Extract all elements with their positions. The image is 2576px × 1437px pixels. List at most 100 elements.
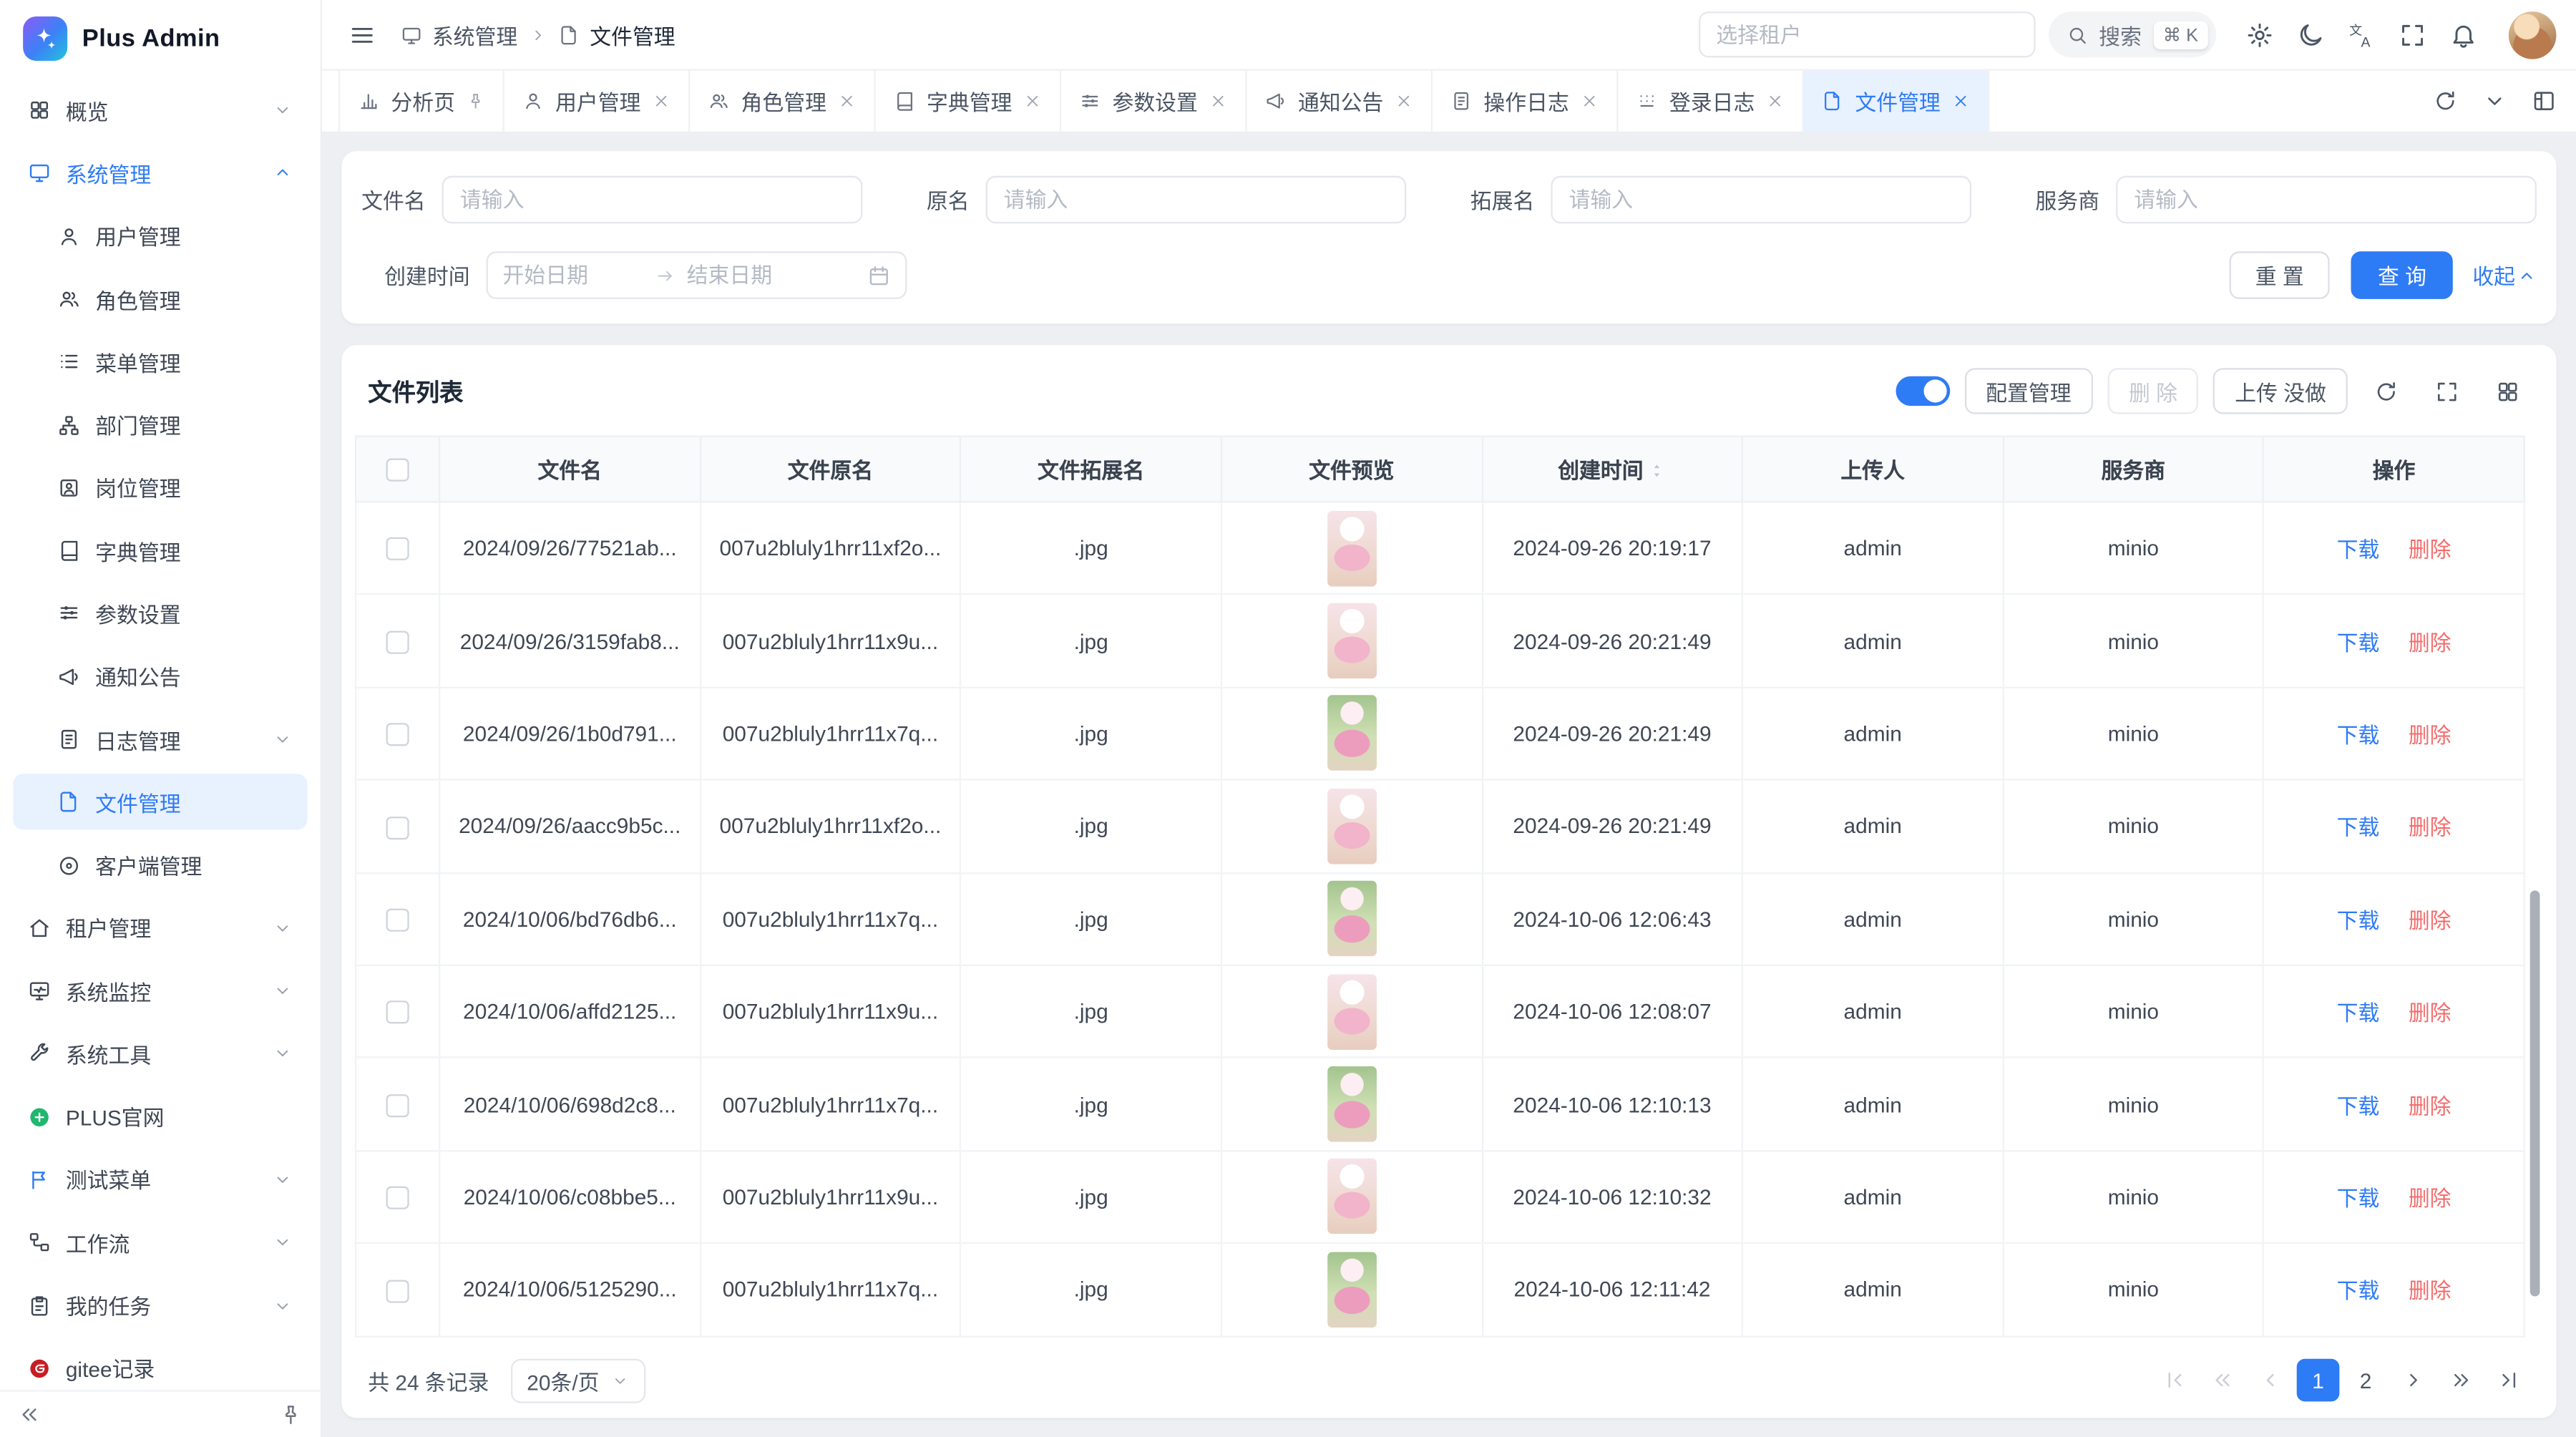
refresh-table-icon[interactable] [2363, 368, 2409, 414]
sidebar-item[interactable]: gitee记录 [13, 1340, 307, 1390]
pin-sidebar-icon[interactable] [279, 1403, 302, 1426]
settings-icon[interactable] [2236, 11, 2282, 57]
delete-link[interactable]: 删除 [2409, 996, 2451, 1028]
download-link[interactable]: 下载 [2337, 996, 2380, 1028]
first-page-icon[interactable] [2154, 1359, 2197, 1402]
notifications-icon[interactable] [2439, 11, 2485, 57]
tab[interactable]: 通知公告 [1247, 71, 1433, 132]
delete-link[interactable]: 删除 [2409, 811, 2451, 842]
download-link[interactable]: 下载 [2337, 1182, 2380, 1213]
file-preview-image[interactable] [1327, 974, 1376, 1050]
start-date-input[interactable] [503, 263, 644, 287]
column-header[interactable]: 服务商 [2003, 437, 2263, 502]
collapse-sidebar-icon[interactable] [18, 1403, 41, 1426]
pin-icon[interactable] [467, 92, 484, 110]
table-scrollbar-thumb[interactable] [2530, 890, 2540, 1296]
delete-link[interactable]: 删除 [2409, 1274, 2451, 1305]
sidebar-item[interactable]: 用户管理 [13, 208, 307, 265]
tab[interactable]: 文件管理 [1804, 71, 1989, 132]
column-settings-icon[interactable] [2484, 368, 2529, 414]
language-icon[interactable]: 文A [2338, 11, 2384, 57]
close-icon[interactable] [1395, 92, 1413, 110]
search-button[interactable]: 查 询 [2351, 251, 2452, 299]
download-link[interactable]: 下载 [2337, 625, 2380, 657]
delete-link[interactable]: 删除 [2409, 718, 2451, 749]
filter-input[interactable] [2116, 176, 2537, 224]
close-icon[interactable] [1581, 92, 1599, 110]
page-size-select[interactable]: 20条/页 [510, 1358, 645, 1403]
config-button[interactable]: 配置管理 [1964, 368, 2092, 414]
column-header[interactable]: 文件原名 [700, 437, 960, 502]
layout-icon[interactable] [2520, 78, 2566, 124]
column-header[interactable]: 文件名 [439, 437, 700, 502]
file-preview-image[interactable] [1327, 1159, 1376, 1235]
filter-input[interactable] [1551, 176, 1971, 224]
last-page-icon[interactable] [2487, 1359, 2530, 1402]
close-icon[interactable] [1952, 92, 1970, 110]
file-preview-image[interactable] [1327, 881, 1376, 957]
column-header[interactable]: 创建时间 [1482, 437, 1742, 502]
hamburger-menu-icon[interactable] [338, 11, 384, 57]
breadcrumb-item[interactable]: 系统管理 [401, 19, 517, 50]
dark-mode-icon[interactable] [2287, 11, 2333, 57]
filter-input[interactable] [986, 176, 1407, 224]
sidebar-item[interactable]: 字典管理 [13, 522, 307, 579]
tab[interactable]: 用户管理 [504, 71, 690, 132]
next-group-icon[interactable] [2439, 1359, 2482, 1402]
file-preview-image[interactable] [1327, 1252, 1376, 1328]
reset-button[interactable]: 重 置 [2229, 251, 2330, 299]
sidebar-item[interactable]: 日志管理 [13, 711, 307, 768]
delete-link[interactable]: 删除 [2409, 1088, 2451, 1120]
file-preview-image[interactable] [1327, 1066, 1376, 1142]
select-all-checkbox[interactable] [386, 459, 409, 482]
column-header[interactable]: 文件拓展名 [961, 437, 1221, 502]
sidebar-item[interactable]: 角色管理 [13, 271, 307, 327]
file-preview-image[interactable] [1327, 789, 1376, 864]
prev-page-icon[interactable] [2249, 1359, 2292, 1402]
download-link[interactable]: 下载 [2337, 811, 2380, 842]
download-link[interactable]: 下载 [2337, 532, 2380, 564]
tab-options-icon[interactable] [2471, 78, 2517, 124]
sidebar-item[interactable]: 通知公告 [13, 648, 307, 705]
sidebar-item[interactable]: 岗位管理 [13, 459, 307, 516]
row-checkbox[interactable] [386, 630, 409, 653]
file-preview-image[interactable] [1327, 510, 1376, 586]
prev-group-icon[interactable] [2202, 1359, 2245, 1402]
close-icon[interactable] [1766, 92, 1784, 110]
app-logo[interactable]: Plus Admin [0, 0, 321, 76]
sidebar-item[interactable]: 概览 [13, 82, 307, 139]
delete-button[interactable]: 删 除 [2107, 368, 2199, 414]
file-preview-image[interactable] [1327, 603, 1376, 679]
row-checkbox[interactable] [386, 909, 409, 932]
delete-link[interactable]: 删除 [2409, 903, 2451, 935]
tab[interactable]: 字典管理 [876, 71, 1061, 132]
sidebar-item[interactable]: PLUS官网 [13, 1088, 307, 1145]
tab[interactable]: 分析页 [338, 71, 504, 132]
download-link[interactable]: 下载 [2337, 1274, 2380, 1305]
row-checkbox[interactable] [386, 816, 409, 839]
row-checkbox[interactable] [386, 724, 409, 746]
column-header[interactable]: 上传人 [1742, 437, 2003, 502]
close-icon[interactable] [838, 92, 856, 110]
row-checkbox[interactable] [386, 538, 409, 561]
filter-input[interactable] [442, 176, 863, 224]
sort-icon[interactable] [1649, 460, 1667, 482]
sidebar-item[interactable]: 客户端管理 [13, 837, 307, 893]
row-checkbox[interactable] [386, 1001, 409, 1024]
sidebar-item[interactable]: 文件管理 [13, 774, 307, 831]
tab[interactable]: 参数设置 [1061, 71, 1246, 132]
tab[interactable]: 登录日志 [1619, 71, 1804, 132]
row-checkbox[interactable] [386, 1280, 409, 1302]
breadcrumb-item-current[interactable]: 文件管理 [559, 19, 675, 50]
refresh-page-icon[interactable] [2421, 78, 2467, 124]
tab[interactable]: 操作日志 [1433, 71, 1618, 132]
sidebar-item[interactable]: 系统监控 [13, 963, 307, 1019]
sidebar-item[interactable]: 租户管理 [13, 900, 307, 956]
delete-link[interactable]: 删除 [2409, 625, 2451, 657]
close-icon[interactable] [1209, 92, 1227, 110]
file-preview-image[interactable] [1327, 696, 1376, 771]
sidebar-item[interactable]: 测试菜单 [13, 1151, 307, 1208]
close-icon[interactable] [1024, 92, 1042, 110]
sidebar-item[interactable]: 部门管理 [13, 396, 307, 453]
column-header[interactable]: 操作 [2263, 437, 2524, 502]
